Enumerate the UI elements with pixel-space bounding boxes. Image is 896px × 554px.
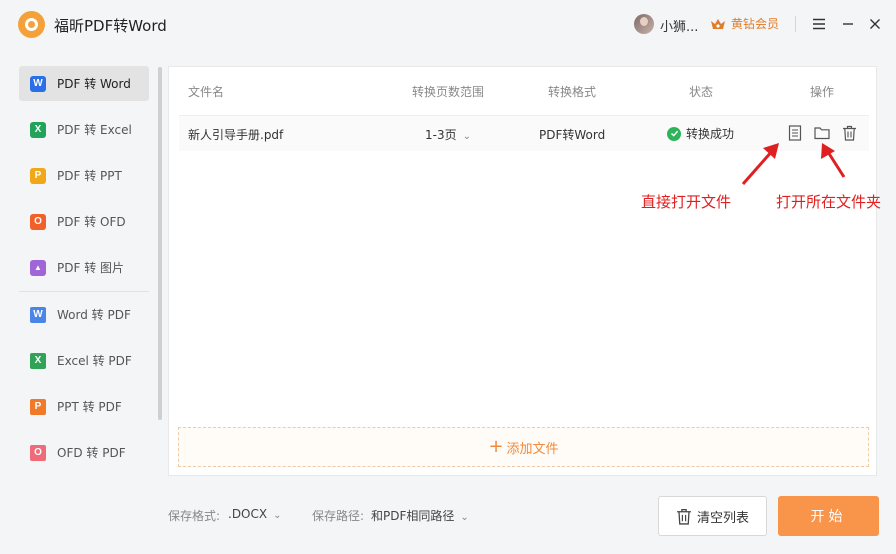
- ofd-icon: O: [30, 213, 46, 230]
- open-file-button[interactable]: [786, 124, 804, 142]
- add-file-button[interactable]: + 添加文件: [178, 427, 869, 467]
- sidebar-item-label: PPT 转 PDF: [57, 400, 122, 414]
- title-bar: 福昕PDF转Word 小狮... 黄钻会员: [0, 0, 896, 50]
- add-file-label: 添加文件: [506, 441, 559, 457]
- sidebar-item-label: PDF 转 Excel: [57, 123, 132, 137]
- annotation-open-file: 直接打开文件: [641, 193, 732, 211]
- chevron-down-icon: ⌄: [460, 512, 469, 523]
- word-icon: W: [30, 75, 46, 92]
- save-path-label: 保存路径:: [312, 509, 365, 523]
- user-avatar[interactable]: [634, 14, 654, 34]
- minimize-button[interactable]: [838, 14, 858, 34]
- save-format-label: 保存格式:: [168, 509, 221, 523]
- start-button[interactable]: 开始: [778, 496, 879, 536]
- sidebar-item-pdf-to-word[interactable]: W PDF 转 Word: [19, 66, 149, 101]
- app-logo-icon: [18, 11, 45, 38]
- crown-icon: [711, 18, 725, 29]
- sidebar-item-label: Word 转 PDF: [57, 308, 131, 322]
- sidebar-scrollbar[interactable]: [158, 67, 162, 420]
- save-format-value: .DOCX: [228, 507, 268, 521]
- trash-icon: [677, 508, 691, 525]
- menu-icon: [813, 18, 825, 30]
- ofd-outline-icon: O: [30, 444, 46, 461]
- save-format-select[interactable]: .DOCX ⌄: [228, 507, 282, 521]
- sidebar-item-label: OFD 转 PDF: [57, 446, 126, 460]
- file-name: 新人引导手册.pdf: [188, 128, 284, 142]
- page-range-select[interactable]: 1-3页 ⌄: [425, 126, 471, 143]
- menu-button[interactable]: [809, 14, 829, 34]
- sidebar-item-label: PDF 转 图片: [57, 261, 125, 275]
- sidebar-item-pdf-to-excel[interactable]: X PDF 转 Excel: [19, 112, 149, 147]
- vip-badge[interactable]: 黄钻会员: [710, 15, 779, 32]
- vip-label: 黄钻会员: [731, 17, 780, 31]
- page-range-value: 1-3页: [425, 128, 457, 142]
- chevron-down-icon: ⌄: [462, 131, 471, 142]
- user-name[interactable]: 小狮...: [660, 16, 698, 35]
- trash-icon: [842, 125, 856, 141]
- minimize-icon: [843, 23, 853, 25]
- sidebar-item-pdf-to-ofd[interactable]: O PDF 转 OFD: [19, 204, 149, 239]
- sidebar: W PDF 转 Word X PDF 转 Excel P PDF 转 PPT O…: [0, 50, 168, 470]
- plus-icon: +: [488, 436, 504, 457]
- save-path-value: 和PDF相同路径: [371, 509, 455, 523]
- annotation-open-folder: 打开所在文件夹: [776, 193, 882, 211]
- save-path-select[interactable]: 和PDF相同路径 ⌄: [371, 507, 469, 524]
- convert-format: PDF转Word: [539, 128, 606, 142]
- folder-icon: [814, 127, 830, 140]
- word-outline-icon: W: [30, 306, 46, 323]
- column-header-name: 文件名: [188, 85, 225, 99]
- clear-list-button[interactable]: 清空列表: [658, 496, 767, 536]
- sidebar-item-ofd-to-pdf[interactable]: O OFD 转 PDF: [19, 435, 149, 470]
- sidebar-item-label: PDF 转 OFD: [57, 215, 126, 229]
- column-header-format: 转换格式: [548, 85, 597, 99]
- file-list-panel: 文件名 转换页数范围 转换格式 状态 操作 新人引导手册.pdf 1-3页 ⌄ P…: [168, 66, 877, 476]
- close-button[interactable]: [865, 14, 885, 34]
- ppt-outline-icon: P: [30, 398, 46, 415]
- titlebar-divider: [795, 16, 796, 32]
- document-icon: [788, 125, 802, 141]
- app-title: 福昕PDF转Word: [54, 17, 167, 35]
- close-icon: [870, 19, 880, 29]
- column-header-ops: 操作: [810, 85, 835, 99]
- sidebar-item-label: PDF 转 Word: [57, 77, 131, 91]
- ppt-icon: P: [30, 167, 46, 184]
- column-header-status: 状态: [689, 85, 714, 99]
- sidebar-item-excel-to-pdf[interactable]: X Excel 转 PDF: [19, 343, 149, 378]
- chevron-down-icon: ⌄: [273, 510, 282, 521]
- image-icon: ▲: [30, 259, 46, 276]
- clear-list-label: 清空列表: [696, 510, 749, 526]
- excel-icon: X: [30, 121, 46, 138]
- check-circle-icon: [667, 126, 681, 141]
- sidebar-divider: [19, 291, 149, 292]
- sidebar-item-ppt-to-pdf[interactable]: P PPT 转 PDF: [19, 389, 149, 424]
- sidebar-item-label: Excel 转 PDF: [57, 354, 132, 368]
- sidebar-item-pdf-to-ppt[interactable]: P PDF 转 PPT: [19, 158, 149, 193]
- status-text: 转换成功: [686, 127, 735, 141]
- status-cell: 转换成功: [667, 125, 734, 142]
- sidebar-item-label: PDF 转 PPT: [57, 169, 122, 183]
- annotation-arrow-open-file: [741, 143, 779, 185]
- sidebar-item-word-to-pdf[interactable]: W Word 转 PDF: [19, 297, 149, 332]
- column-header-range: 转换页数范围: [412, 85, 485, 99]
- excel-outline-icon: X: [30, 352, 46, 369]
- annotation-arrow-open-folder: [821, 143, 846, 178]
- sidebar-item-pdf-to-image[interactable]: ▲ PDF 转 图片: [19, 250, 149, 285]
